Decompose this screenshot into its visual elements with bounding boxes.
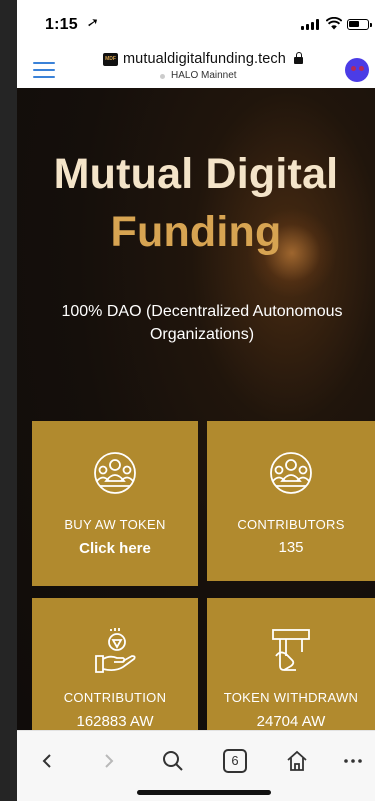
search-icon[interactable]: [161, 749, 185, 773]
status-bar: 1:15 ➚: [17, 0, 375, 46]
buy-aw-token-card[interactable]: BUY AW TOKEN Click here: [32, 421, 198, 586]
home-indicator[interactable]: [137, 790, 271, 795]
buy-token-link[interactable]: Click here: [32, 540, 198, 557]
card-label: BUY AW TOKEN: [64, 517, 166, 532]
address-bar: MDF mutualdigitalfunding.tech HALO Mainn…: [17, 46, 375, 88]
cellular-signal-icon: [301, 19, 321, 30]
lock-icon: [294, 52, 303, 65]
site-domain[interactable]: mutualdigitalfunding.tech: [123, 51, 286, 67]
group-icon: [270, 452, 312, 494]
network-name: HALO Mainnet: [171, 70, 237, 81]
hero-title-line1: Mutual Digital: [53, 150, 339, 198]
contribution-card: CONTRIBUTION 162883 AW: [32, 598, 198, 730]
network-status-dot: [160, 74, 165, 79]
hero-section: Mutual Digital Funding 100% DAO (Decentr…: [17, 88, 375, 730]
card-label: CONTRIBUTION: [63, 690, 167, 705]
wifi-icon: [326, 17, 342, 30]
group-icon: [94, 452, 136, 494]
atm-withdraw-icon: [272, 629, 310, 671]
status-time: 1:15: [45, 16, 78, 33]
hero-subtitle: 100% DAO (Decentralized Autonomous Organ…: [61, 303, 343, 343]
side-rail: [0, 0, 17, 801]
account-avatar[interactable]: [345, 58, 369, 82]
hamburger-menu-icon[interactable]: [33, 62, 55, 78]
coin-hand-icon: [95, 628, 136, 673]
withdrawn-amount: 24704 AW: [256, 713, 326, 730]
home-icon[interactable]: [285, 749, 309, 773]
forward-icon[interactable]: [101, 749, 117, 773]
card-label: TOKEN WITHDRAWN: [223, 690, 359, 705]
contributors-card: CONTRIBUTORS 135: [207, 421, 375, 581]
token-withdrawn-card: TOKEN WITHDRAWN 24704 AW: [207, 598, 375, 730]
card-label: CONTRIBUTORS: [237, 517, 345, 532]
browser-screen: 1:15 ➚ MDF mutualdigitalfunding.tech HAL…: [17, 0, 375, 801]
site-favicon-icon: MDF: [103, 53, 118, 66]
contribution-amount: 162883 AW: [76, 713, 154, 730]
tabs-icon[interactable]: 6: [223, 749, 247, 773]
battery-icon: [347, 19, 372, 30]
more-icon[interactable]: [343, 749, 363, 773]
phone-frame: 1:15 ➚ MDF mutualdigitalfunding.tech HAL…: [0, 0, 375, 801]
hero-title-line2: Funding: [110, 208, 282, 256]
back-icon[interactable]: [39, 749, 55, 773]
location-arrow-icon: ➚: [85, 13, 101, 31]
contributors-count: 135: [278, 539, 304, 556]
